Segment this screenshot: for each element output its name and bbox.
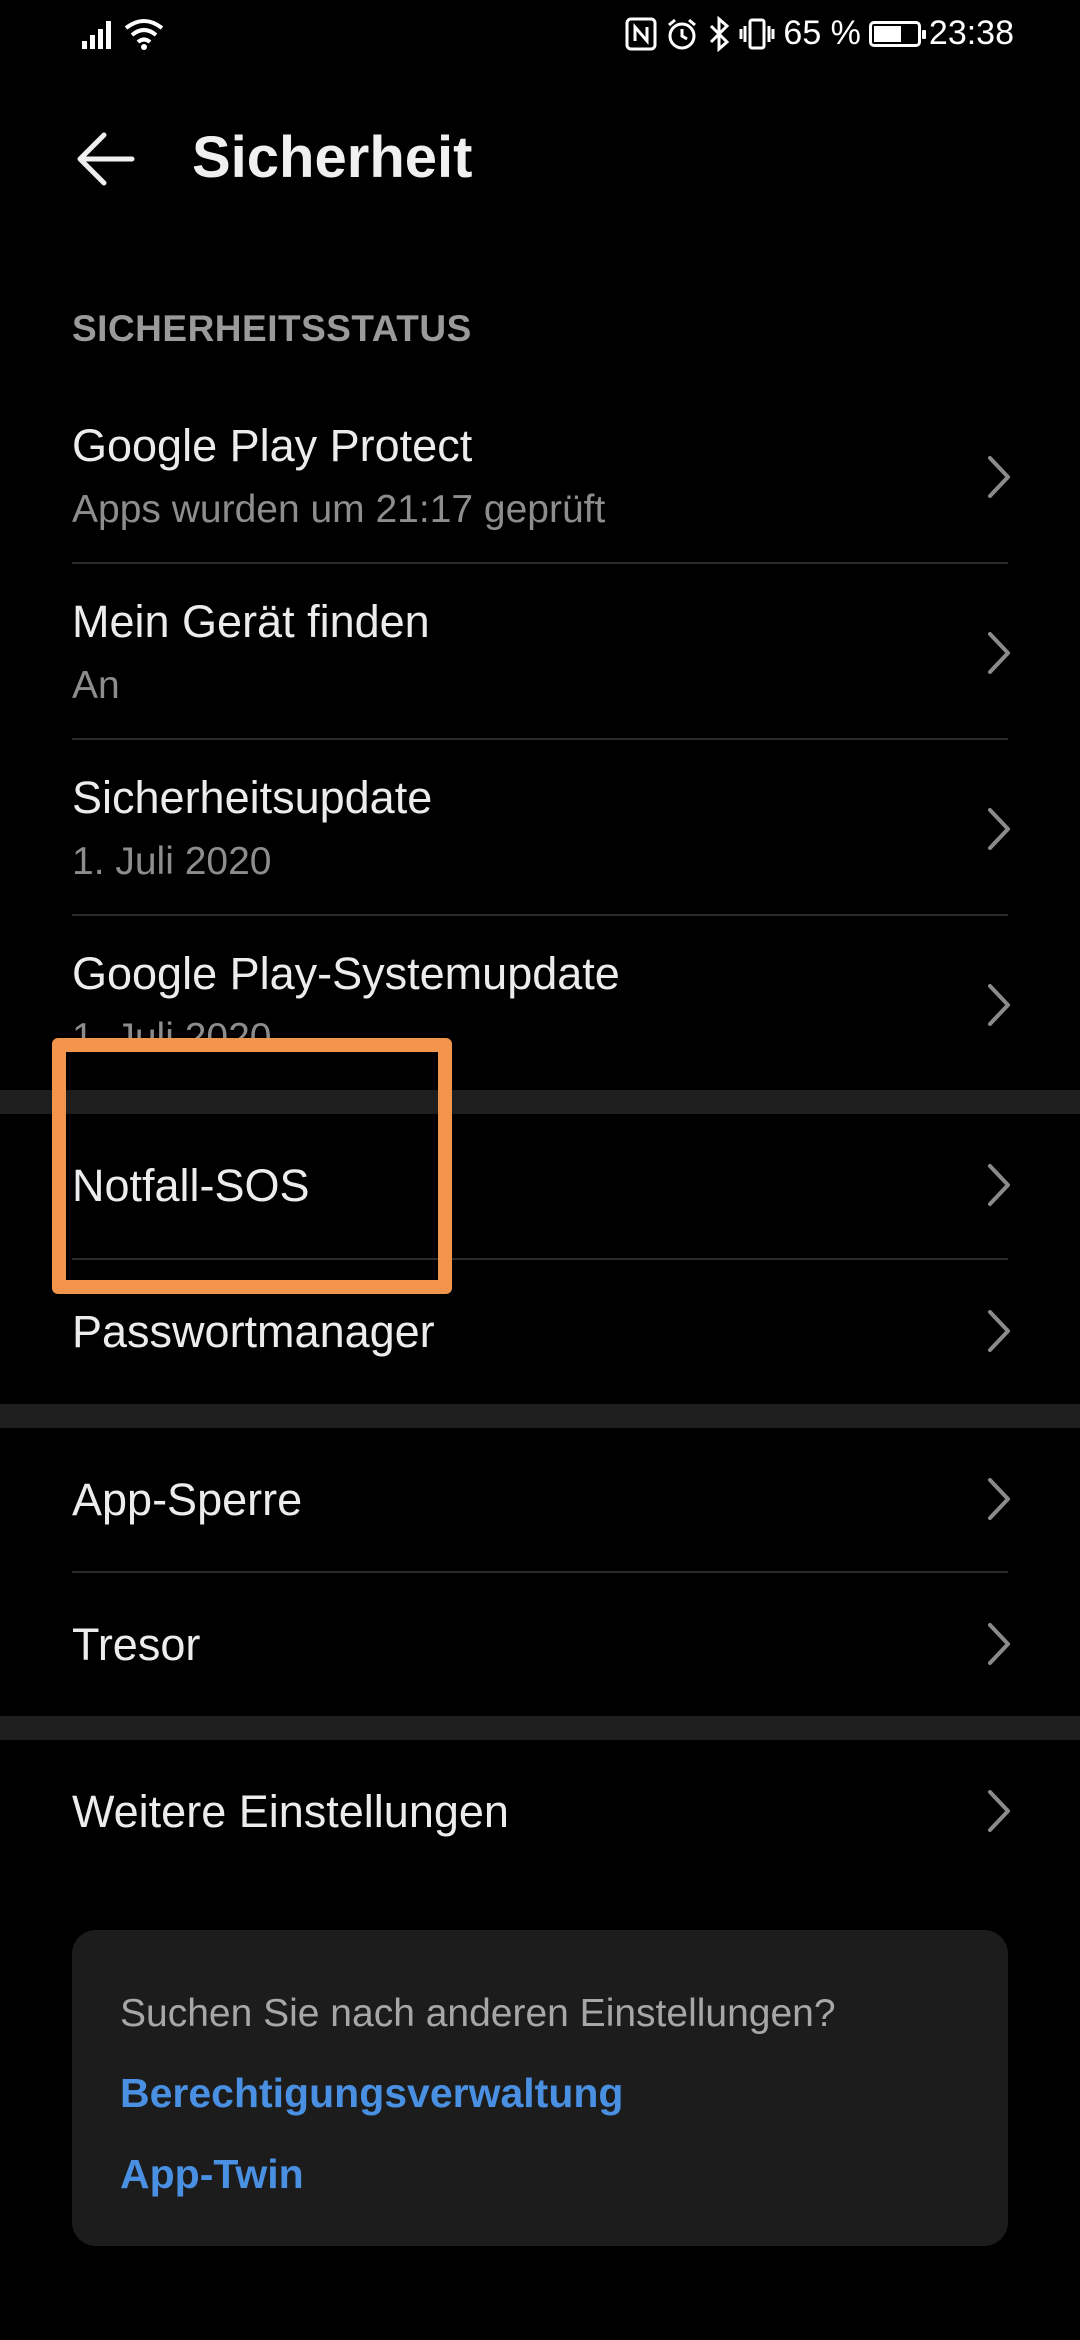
vibrate-icon (739, 17, 775, 51)
row-mein-geraet-finden[interactable]: Mein Gerät finden An (0, 576, 1080, 752)
battery-percentage: 65 % (783, 14, 861, 52)
chevron-right-icon (988, 456, 1010, 498)
app-bar: Sicherheit (0, 100, 1080, 220)
chevron-right-icon (988, 1623, 1010, 1665)
group-separator (0, 1716, 1080, 1740)
row-title: Tresor (72, 1619, 201, 1670)
chevron-right-icon (988, 1790, 1010, 1832)
row-subtitle: Apps wurden um 21:17 geprüft (72, 488, 606, 531)
suggestions-question: Suchen Sie nach anderen Einstellungen? (120, 1992, 836, 2035)
battery-fill (873, 25, 901, 42)
suggestions-card: Suchen Sie nach anderen Einstellungen? B… (72, 1930, 1008, 2246)
row-app-sperre[interactable]: App-Sperre (0, 1428, 1080, 1572)
clock: 23:38 (928, 14, 1014, 52)
row-google-play-protect[interactable]: Google Play Protect Apps wurden um 21:17… (0, 400, 1080, 576)
chevron-right-icon (988, 1164, 1010, 1206)
back-button[interactable] (66, 126, 146, 196)
bluetooth-icon (707, 15, 731, 52)
divider (72, 562, 1008, 564)
highlight-box (52, 1038, 452, 1294)
divider (72, 914, 1008, 916)
back-arrow-icon (76, 131, 136, 192)
status-left (80, 18, 164, 55)
chevron-right-icon (988, 632, 1010, 674)
chevron-right-icon (988, 1310, 1010, 1352)
chevron-right-icon (988, 808, 1010, 850)
signal-icon (80, 19, 116, 54)
row-subtitle: An (72, 664, 120, 707)
page-title: Sicherheit (192, 125, 473, 190)
link-berechtigungsverwaltung[interactable]: Berechtigungsverwaltung (120, 2070, 623, 2117)
row-title: Weitere Einstellungen (72, 1786, 509, 1837)
row-title: Google Play Protect (72, 420, 473, 471)
chevron-right-icon (988, 984, 1010, 1026)
row-tresor[interactable]: Tresor (0, 1573, 1080, 1717)
wifi-icon (124, 18, 164, 55)
link-app-twin[interactable]: App-Twin (120, 2151, 304, 2198)
status-bar: 65 % 23:38 (0, 0, 1080, 72)
divider (72, 738, 1008, 740)
row-sicherheitsupdate[interactable]: Sicherheitsupdate 1. Juli 2020 (0, 752, 1080, 928)
chevron-right-icon (988, 1478, 1010, 1520)
row-weitere-einstellungen[interactable]: Weitere Einstellungen (0, 1740, 1080, 1884)
section-header-security-status: SICHERHEITSSTATUS (72, 308, 472, 349)
row-title: Sicherheitsupdate (72, 772, 433, 823)
row-title: App-Sperre (72, 1474, 303, 1525)
row-title: Google Play-Systemupdate (72, 948, 620, 999)
row-title: Mein Gerät finden (72, 596, 430, 647)
battery-icon (868, 20, 926, 47)
status-right: 65 % 23:38 (625, 14, 1014, 53)
row-subtitle: 1. Juli 2020 (72, 840, 272, 883)
group-separator (0, 1404, 1080, 1428)
nfc-icon (625, 17, 657, 51)
row-title: Passwortmanager (72, 1306, 435, 1357)
alarm-icon (665, 17, 699, 51)
